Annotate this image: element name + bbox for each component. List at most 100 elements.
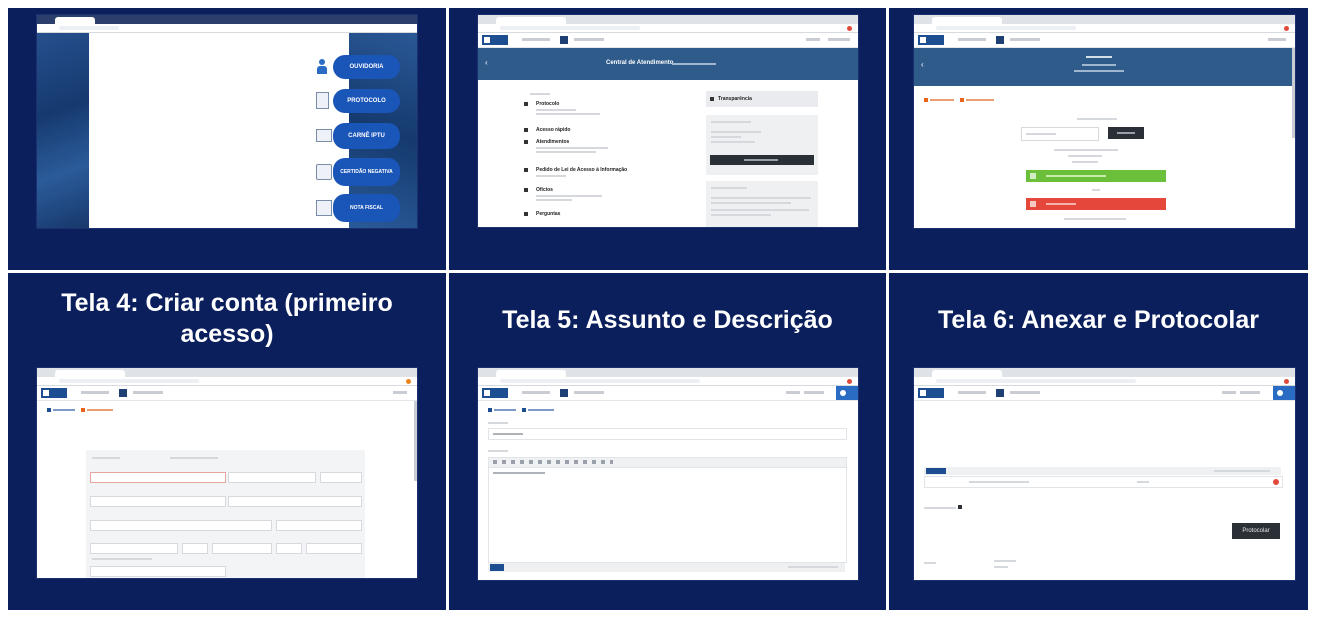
contact-box xyxy=(706,115,818,175)
apps-icon[interactable] xyxy=(119,389,127,397)
browser-tab-bar xyxy=(478,15,858,24)
cep-field[interactable] xyxy=(212,543,272,554)
chevron-left-icon[interactable]: ‹ xyxy=(921,60,924,69)
site-header xyxy=(37,386,417,401)
birth-field[interactable] xyxy=(320,472,362,483)
name-field[interactable] xyxy=(90,472,226,483)
number-field[interactable] xyxy=(276,520,362,531)
scrollbar[interactable] xyxy=(414,401,417,481)
password-field[interactable] xyxy=(90,566,226,577)
menu-icon xyxy=(524,128,528,132)
white-panel xyxy=(89,33,349,228)
person-icon xyxy=(316,59,328,75)
subject-field[interactable] xyxy=(488,428,847,440)
service-button-label: CARNÊ IPTU xyxy=(333,123,400,149)
menu-item-atendimentos[interactable]: Atendimentos xyxy=(524,139,694,167)
menu-icon xyxy=(524,188,528,192)
cell-tela-1: OUVIDORIA PROTOCOLO CARNÊ IPTU CERTIDÃO … xyxy=(8,8,446,270)
address-field[interactable] xyxy=(90,520,272,531)
protocolar-button[interactable]: Protocolar xyxy=(1232,523,1280,539)
cpf-field[interactable] xyxy=(228,472,316,483)
screenshot-tela-6: Protocolar xyxy=(914,368,1295,580)
uf-select[interactable] xyxy=(182,543,208,554)
login-green-button[interactable] xyxy=(1026,170,1166,182)
menu-item-label: Atendimentos xyxy=(536,139,570,145)
receipt-icon xyxy=(316,200,332,216)
site-logo xyxy=(482,388,508,398)
editor-footer xyxy=(488,563,845,572)
page-title: Central de Atendimento xyxy=(606,60,674,66)
menu-item-label: Ofícios xyxy=(536,187,553,193)
menu-item-label: Pedido de Lei de Acesso à Informação xyxy=(536,167,628,173)
menu-item-acesso[interactable]: Acesso rápido xyxy=(524,127,694,139)
user-menu-button[interactable] xyxy=(836,386,858,400)
service-button-protocolo[interactable]: PROTOCOLO xyxy=(316,89,400,113)
service-button-ouvidoria[interactable]: OUVIDORIA xyxy=(316,55,400,79)
menu-item-lai[interactable]: Pedido de Lei de Acesso à Informação xyxy=(524,167,694,187)
delete-attachment-icon[interactable] xyxy=(1273,479,1279,485)
apps-icon[interactable] xyxy=(996,389,1004,397)
service-button-carne-iptu[interactable]: CARNÊ IPTU xyxy=(316,123,400,149)
grid-icon xyxy=(710,97,714,101)
attachment-row xyxy=(924,476,1283,488)
browser-tab-bar xyxy=(37,368,417,377)
phone-field[interactable] xyxy=(228,496,362,507)
cell-tela-5: Tela 5: Assunto e Descrição xyxy=(449,273,886,610)
search-button[interactable] xyxy=(1108,127,1144,139)
menu-item-perguntas[interactable]: Perguntas xyxy=(524,211,694,221)
cell-tela-6: Tela 6: Anexar e Protocolar Protocolar xyxy=(889,273,1308,610)
caption-tela-6: Tela 6: Anexar e Protocolar xyxy=(938,306,1259,334)
site-header xyxy=(478,386,858,401)
site-logo xyxy=(41,388,67,398)
menu-item-protocolo[interactable]: Protocolo xyxy=(524,101,694,127)
state-select[interactable] xyxy=(276,543,302,554)
chevron-left-icon[interactable]: ‹ xyxy=(485,58,488,67)
site-logo xyxy=(918,35,944,45)
site-header xyxy=(478,33,858,48)
menu-item-oficios[interactable]: Ofícios xyxy=(524,187,694,211)
login-red-button[interactable] xyxy=(1026,198,1166,210)
service-button-nota-fiscal[interactable]: NOTA FISCAL xyxy=(316,194,400,222)
cell-tela-3: ‹ xyxy=(889,8,1308,270)
browser-url-bar xyxy=(478,377,858,392)
service-button-label: OUVIDORIA xyxy=(333,55,400,79)
browser-url-bar xyxy=(37,24,417,39)
certificate-icon xyxy=(316,164,332,180)
browser-tab-bar xyxy=(478,368,858,377)
apps-icon[interactable] xyxy=(560,36,568,44)
service-button-label: CERTIDÃO NEGATIVA xyxy=(333,158,400,186)
menu-item-label: Perguntas xyxy=(536,211,561,217)
city-field[interactable] xyxy=(90,543,178,554)
apps-icon[interactable] xyxy=(996,36,1004,44)
apps-icon[interactable] xyxy=(560,389,568,397)
page-banner: ‹ Central de Atendimento xyxy=(478,48,858,80)
country-field[interactable] xyxy=(306,543,362,554)
site-logo xyxy=(482,35,508,45)
menu-icon xyxy=(524,102,528,106)
menu-item-label: Protocolo xyxy=(536,101,560,107)
scrollbar[interactable] xyxy=(1292,48,1295,138)
screenshot-tela-3: ‹ xyxy=(914,15,1295,228)
water-background xyxy=(37,33,89,228)
site-logo xyxy=(918,388,944,398)
service-button-certidao[interactable]: CERTIDÃO NEGATIVA xyxy=(316,158,400,186)
menu-icon xyxy=(524,140,528,144)
service-button-label: NOTA FISCAL xyxy=(333,194,400,222)
page-banner: ‹ xyxy=(914,48,1295,86)
screenshot-tela-2: ‹ Central de Atendimento Protocolo Acess… xyxy=(478,15,858,227)
cpf-input[interactable] xyxy=(1021,127,1099,141)
whatsapp-button[interactable] xyxy=(710,155,814,165)
browser-url-bar xyxy=(478,24,858,39)
clipboard-icon xyxy=(316,92,329,109)
browser-tab-bar xyxy=(914,15,1295,24)
menu-list: Protocolo Acesso rápido Atendimentos Ped… xyxy=(524,101,694,221)
description-editor[interactable] xyxy=(488,467,847,563)
site-header xyxy=(914,33,1295,48)
cell-tela-4: Tela 4: Criar conta (primeiro acesso) xyxy=(8,273,446,610)
email-field[interactable] xyxy=(90,496,226,507)
user-menu-button[interactable] xyxy=(1273,386,1295,400)
screenshot-tela-4 xyxy=(37,368,417,578)
signup-form xyxy=(86,450,365,578)
site-header xyxy=(914,386,1295,401)
menu-icon xyxy=(524,168,528,172)
